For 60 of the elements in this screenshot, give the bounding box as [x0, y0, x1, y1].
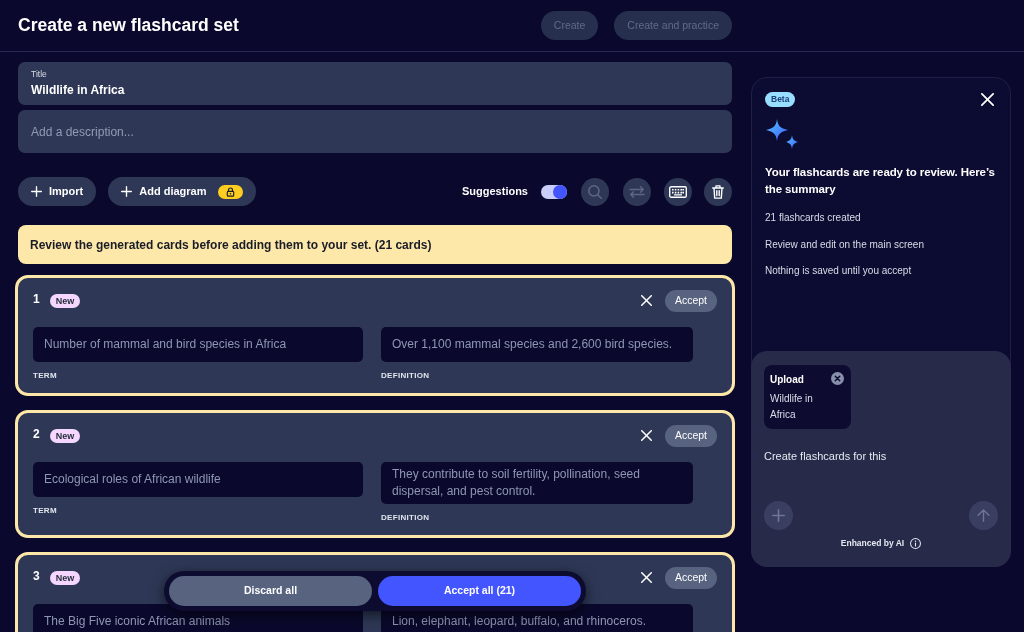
close-icon [640, 295, 652, 306]
trash-icon [712, 184, 724, 199]
arrow-up-icon [977, 509, 990, 523]
card-number: 2 [33, 426, 40, 443]
accept-button[interactable]: Accept [664, 290, 717, 312]
keyboard-icon [669, 185, 687, 198]
search-icon [588, 184, 602, 199]
toggle-switch[interactable] [541, 184, 567, 199]
field-label: TERM [33, 505, 57, 517]
close-icon [981, 92, 994, 106]
reject-button[interactable] [640, 430, 653, 442]
notice-banner: Review the generated cards before adding them to your set. (21 cards) [18, 225, 732, 264]
accept-button[interactable]: Accept [664, 567, 717, 589]
discard-all-button[interactable]: Discard all [169, 576, 372, 606]
accept-all-button[interactable]: Accept all (21) [378, 576, 581, 606]
reject-button[interactable] [640, 572, 653, 584]
card-number: 3 [33, 568, 40, 585]
add-button[interactable] [764, 501, 793, 531]
status-badge: New [49, 294, 81, 308]
field-label: TERM [33, 370, 57, 382]
card-number: 1 [33, 291, 40, 308]
ai-note: Enhanced by AI [840, 537, 905, 550]
description-field[interactable]: Add a description... [18, 110, 732, 153]
prompt-field[interactable]: Create flashcards for this [764, 448, 887, 464]
summary-item: Nothing is saved until you accept [765, 264, 913, 278]
plus-icon [772, 509, 785, 523]
import-button[interactable]: Import [18, 177, 97, 206]
reject-button[interactable] [640, 295, 653, 307]
close-icon [640, 572, 652, 583]
beta-badge: Beta [765, 92, 796, 107]
close-icon[interactable] [831, 372, 844, 385]
title-field[interactable]: Title Wildlife in Africa [18, 62, 732, 105]
send-button[interactable] [969, 501, 998, 531]
page-title: Create a new flashcard set [18, 15, 239, 36]
keyboard-button[interactable] [664, 177, 692, 206]
summary-item: 21 flashcards created [765, 211, 862, 225]
summary-heading: Your flashcards are ready to review. Here’s the summary [765, 165, 996, 197]
swap-arrows-icon [629, 185, 645, 198]
summary-item: Review and edit on the main screen [765, 237, 925, 252]
field-label: DEFINITION [381, 512, 430, 524]
close-icon [640, 430, 652, 441]
info-icon [910, 538, 922, 550]
toggle-label: Suggestions [462, 184, 528, 200]
attachment-name: Wildlife in Africa [770, 392, 814, 422]
status-badge: New [49, 571, 81, 585]
term-field[interactable]: Ecological roles of African wildlife [33, 462, 363, 497]
sparkle-icon [765, 119, 799, 149]
field-label: DEFINITION [381, 370, 430, 382]
field-label: Title [31, 68, 48, 80]
add-diagram-button[interactable]: Add diagram [108, 177, 257, 206]
attachment-label: Upload [770, 373, 804, 387]
close-button[interactable] [981, 92, 995, 107]
definition-field[interactable]: They contribute to soil fertility, pollination, seed dispersal, and pest control. [381, 462, 693, 504]
delete-button[interactable] [704, 177, 732, 206]
term-field[interactable]: Number of mammal and bird species in Africa [33, 327, 363, 362]
status-badge: New [49, 429, 81, 443]
definition-field[interactable]: Over 1,100 mammal species and 2,600 bird species. [381, 327, 693, 362]
plus-icon [31, 186, 42, 197]
accept-button[interactable]: Accept [664, 425, 717, 447]
plus-icon [121, 186, 133, 197]
